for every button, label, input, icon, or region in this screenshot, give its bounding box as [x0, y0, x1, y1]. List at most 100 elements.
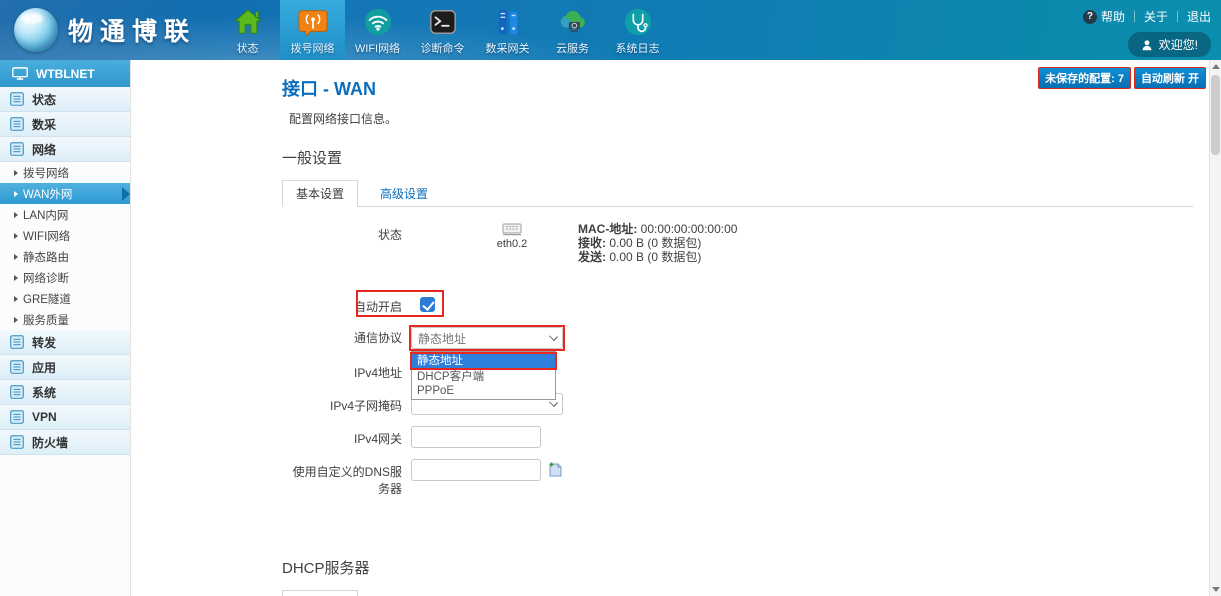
header-right: ? 帮助 关于 退出 欢迎您! [1083, 0, 1211, 60]
tx-line: 发送: 0.00 B (0 数据包) [578, 250, 737, 264]
custom-dns-row: 使用自定义的DNS服务器 [282, 459, 1193, 497]
sidebar-item-forwarding[interactable]: 转发 [0, 330, 130, 355]
tab-advanced-settings[interactable]: 高级设置 [367, 180, 441, 207]
ipv4-netmask-label: IPv4子网掩码 [282, 393, 409, 414]
dhcp-tabs: 基本设置 [282, 590, 1193, 596]
status-badges: 未保存的配置: 7 自动刷新 开 [1038, 67, 1206, 89]
auto-start-label: 自动开启 [282, 294, 409, 315]
general-settings-title: 一般设置 [282, 147, 1193, 168]
page-subtitle: 配置网络接口信息。 [282, 110, 1193, 127]
ipv4-address-label: IPv4地址 [282, 360, 409, 381]
protocol-label: 通信协议 [282, 325, 409, 346]
nav-item-status[interactable]: 状态 [215, 0, 280, 60]
caret-right-icon [14, 233, 18, 239]
terminal-icon [427, 6, 458, 37]
welcome-user-button[interactable]: 欢迎您! [1128, 32, 1211, 57]
syslog-icon [622, 6, 653, 37]
sidebar-item-lan[interactable]: LAN内网 [0, 204, 130, 225]
vertical-scrollbar[interactable] [1209, 60, 1221, 596]
sidebar-item-application[interactable]: 应用 [0, 355, 130, 380]
dropdown-option-dhcp[interactable]: DHCP客户端 [412, 370, 555, 384]
sidebar-item-network-diagnostics[interactable]: 网络诊断 [0, 267, 130, 288]
nav-item-system-log[interactable]: 系统日志 [605, 0, 670, 60]
list-icon [10, 385, 24, 399]
help-link[interactable]: 帮助 [1101, 8, 1125, 25]
page-content: 接口 - WAN 配置网络接口信息。 一般设置 基本设置 高级设置 状态 eth… [132, 60, 1209, 596]
tab-basic-settings[interactable]: 基本设置 [282, 180, 358, 207]
ipv4-gateway-input[interactable] [411, 426, 541, 448]
logo-sphere-icon [14, 8, 58, 52]
brand-logo: 物通博联 [0, 8, 215, 52]
interface-stats: MAC-地址: 00:00:00:00:00:00 接收: 0.00 B (0 … [578, 222, 737, 264]
list-icon [10, 335, 24, 349]
sidebar-item-wan[interactable]: WAN外网 [0, 183, 130, 204]
sidebar-item-wifi[interactable]: WIFI网络 [0, 225, 130, 246]
caret-right-icon [14, 254, 18, 260]
nav-item-wifi-network[interactable]: WIFI网络 [345, 0, 410, 60]
sidebar-item-dial-network[interactable]: 拨号网络 [0, 162, 130, 183]
protocol-select[interactable]: 静态地址 [411, 327, 563, 349]
custom-dns-label: 使用自定义的DNS服务器 [282, 459, 409, 497]
wifi-icon [362, 6, 393, 37]
nav-item-diagnostic-command[interactable]: 诊断命令 [410, 0, 475, 60]
top-navigation: 状态 拨号网络 WIFI网络 诊断命令 [215, 0, 670, 60]
scrollbar-down-arrow-icon[interactable] [1212, 587, 1220, 592]
sidebar-item-network[interactable]: 网络 [0, 137, 130, 162]
caret-right-icon [14, 191, 18, 197]
dropdown-option-static[interactable]: 静态地址 [410, 352, 557, 370]
main-content: 未保存的配置: 7 自动刷新 开 接口 - WAN 配置网络接口信息。 一般设置… [132, 60, 1209, 596]
custom-dns-input[interactable] [411, 459, 541, 481]
status-label: 状态 [282, 222, 409, 243]
add-entry-icon[interactable] [547, 462, 563, 478]
logout-link[interactable]: 退出 [1187, 8, 1211, 25]
sidebar-item-data-collection[interactable]: 数采 [0, 112, 130, 137]
wan-settings-form: 状态 eth0.2 MAC-地址: 00:00:00:00:00:00 接收: … [282, 222, 1193, 596]
help-question-icon: ? [1083, 10, 1097, 24]
auto-start-checkbox[interactable] [420, 297, 435, 312]
home-icon [232, 6, 263, 37]
sidebar-item-firewall[interactable]: 防火墙 [0, 430, 130, 455]
caret-right-icon [14, 317, 18, 323]
monitor-icon [12, 67, 28, 80]
caret-right-icon [14, 296, 18, 302]
nav-item-cloud-service[interactable]: 云服务 [540, 0, 605, 60]
sidebar-item-status[interactable]: 状态 [0, 87, 130, 112]
cloud-icon [557, 6, 588, 37]
caret-right-icon [14, 170, 18, 176]
gateway-icon [492, 6, 523, 37]
divider [1134, 11, 1135, 22]
sidebar-item-gre-tunnel[interactable]: GRE隧道 [0, 288, 130, 309]
welcome-label: 欢迎您! [1159, 36, 1198, 53]
caret-right-icon [14, 275, 18, 281]
sidebar-item-static-route[interactable]: 静态路由 [0, 246, 130, 267]
interface-box: eth0.2 [484, 222, 540, 250]
list-icon [10, 117, 24, 131]
dhcp-server-title: DHCP服务器 [282, 557, 1193, 578]
sidebar-title: WTBLNET [36, 67, 95, 81]
list-icon [10, 360, 24, 374]
dropdown-option-pppoe[interactable]: PPPoE [412, 384, 555, 398]
tab-dhcp-basic-settings[interactable]: 基本设置 [282, 590, 358, 596]
ethernet-interface-icon [501, 222, 523, 236]
status-row: 状态 eth0.2 MAC-地址: 00:00:00:00:00:00 接收: … [282, 222, 1193, 264]
sidebar: WTBLNET 状态 数采 网络 拨号网络 WAN外网 LAN内网 WIFI网络… [0, 60, 131, 596]
sidebar-item-vpn[interactable]: VPN [0, 405, 130, 430]
protocol-dropdown-list: 静态地址 DHCP客户端 PPPoE [411, 351, 556, 400]
divider [1177, 11, 1178, 22]
scrollbar-up-arrow-icon[interactable] [1212, 64, 1220, 69]
nav-item-dial-network[interactable]: 拨号网络 [280, 0, 345, 60]
list-icon [10, 410, 24, 424]
sidebar-item-qos[interactable]: 服务质量 [0, 309, 130, 330]
about-link[interactable]: 关于 [1144, 8, 1168, 25]
nav-item-data-gateway[interactable]: 数采网关 [475, 0, 540, 60]
rx-line: 接收: 0.00 B (0 数据包) [578, 236, 737, 250]
brand-name: 物通博联 [68, 12, 196, 48]
auto-refresh-badge[interactable]: 自动刷新 开 [1134, 67, 1206, 89]
scrollbar-thumb[interactable] [1211, 75, 1220, 155]
user-icon [1141, 39, 1153, 51]
red-annotation-box: 静态地址 [409, 325, 565, 351]
list-icon [10, 435, 24, 449]
list-icon [10, 92, 24, 106]
sidebar-item-system[interactable]: 系统 [0, 380, 130, 405]
unsaved-changes-badge[interactable]: 未保存的配置: 7 [1038, 67, 1131, 89]
